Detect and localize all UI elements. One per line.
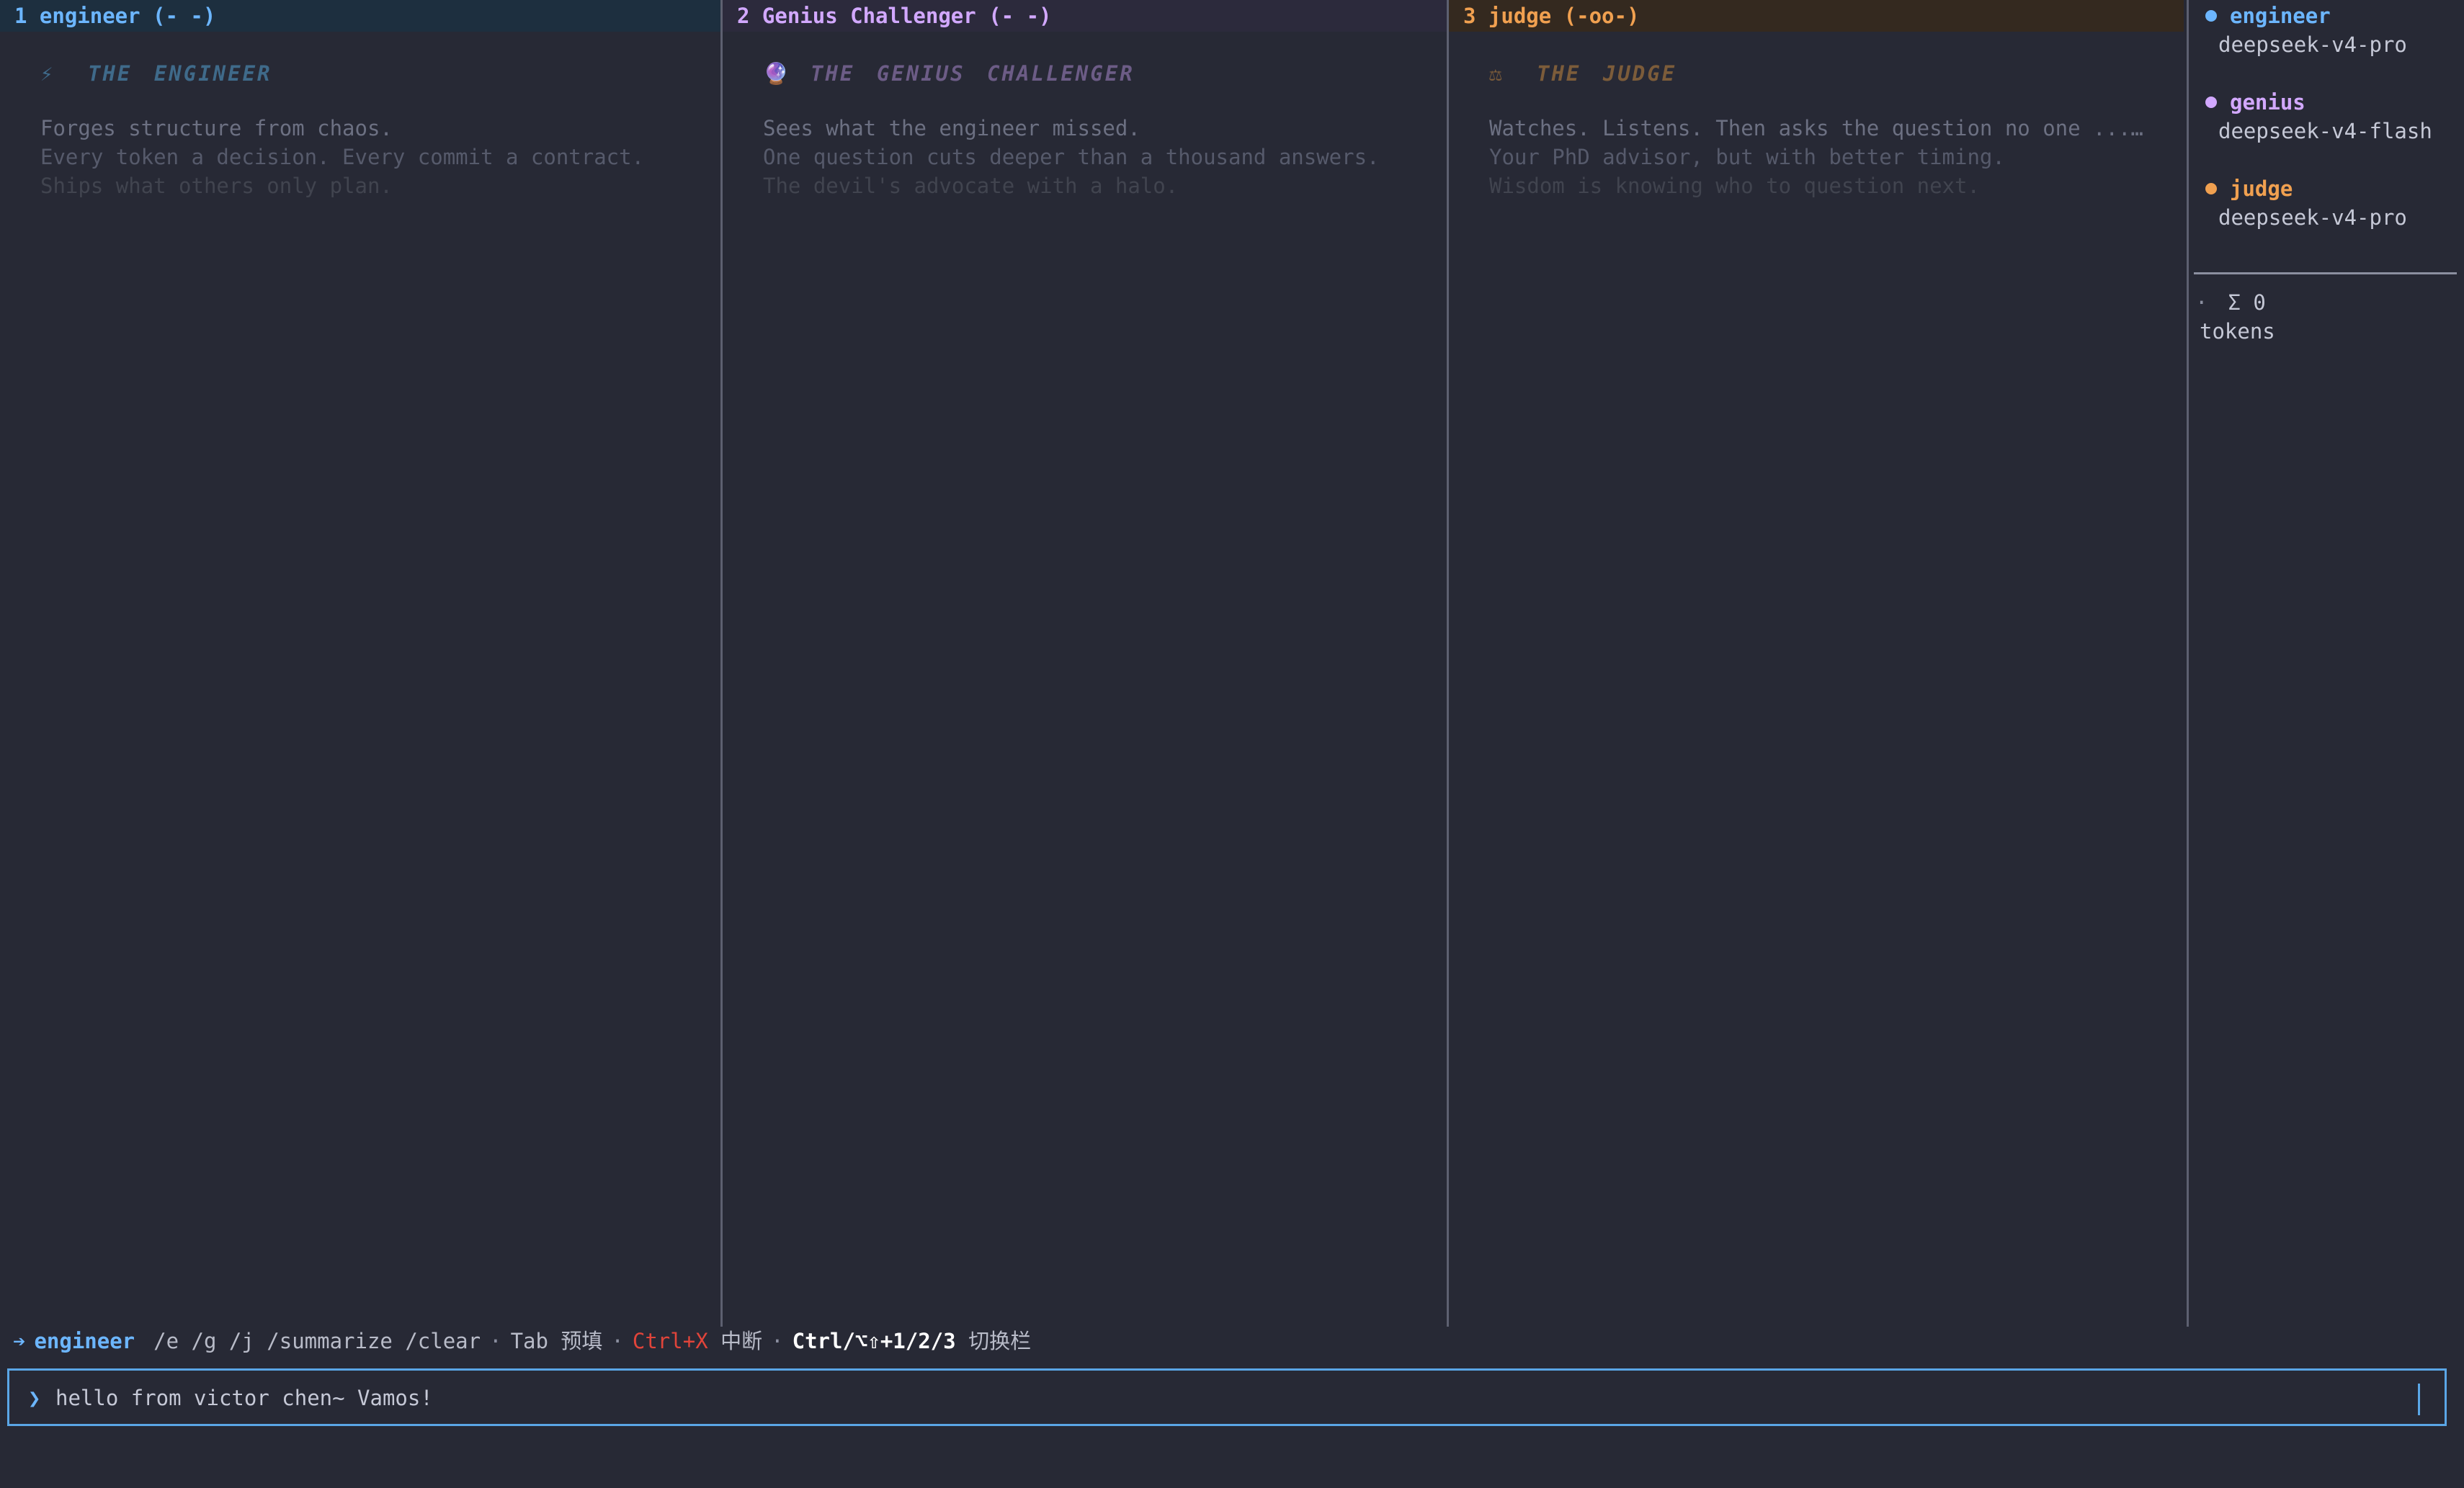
sidebar-divider[interactable] <box>2187 0 2189 1327</box>
motto-line: The devil's advocate with a halo. <box>763 174 1179 198</box>
separator: · <box>771 1329 784 1353</box>
command-list: /e /g /j /summarize /clear <box>153 1329 481 1353</box>
message-input[interactable]: ❯ hello from victor chen~ Vamos! <box>7 1368 2447 1426</box>
motto-line: Sees what the engineer missed. <box>763 116 1141 140</box>
status-dot-icon <box>2205 97 2217 108</box>
crystal-ball-icon: 🔮 <box>763 61 790 86</box>
sidebar-agent-genius[interactable]: genius deepseek-v4-flash <box>2205 88 2432 145</box>
token-counter: · Σ 0 tokens <box>2195 288 2275 346</box>
pane-judge[interactable]: 3 judge (-oo-) ⚖ THE JUDGE Watches. Liste… <box>1449 0 2184 1327</box>
text-cursor <box>2418 1384 2420 1415</box>
interrupt-key: Ctrl+X <box>632 1329 708 1353</box>
motto-judge: Watches. Listens. Then asks the question… <box>1449 114 2184 200</box>
agent-model: deepseek-v4-flash <box>2218 119 2432 143</box>
pane-genius[interactable]: 2 Genius Challenger (- -) 🔮 THE GENIUS CH… <box>723 0 1447 1327</box>
agent-name: judge <box>2230 176 2293 201</box>
separator: · <box>611 1329 624 1353</box>
motto-genius: Sees what the engineer missed. One quest… <box>723 114 1447 200</box>
sidebar-divider-line <box>2194 272 2457 274</box>
prompt-chevron-icon: ❯ <box>28 1386 41 1410</box>
sidebar-agent-judge[interactable]: judge deepseek-v4-pro <box>2205 174 2407 232</box>
terminal-window: 1 engineer (- -) ⚡ THE ENGINEER Forges st… <box>0 0 2464 1488</box>
status-dot-icon <box>2205 10 2217 22</box>
motto-line: Watches. Listens. Then asks the question… <box>1489 116 2143 140</box>
pane-header-engineer[interactable]: 1 engineer (- -) <box>0 0 720 32</box>
active-agent: engineer <box>34 1329 135 1353</box>
pane-engineer[interactable]: 1 engineer (- -) ⚡ THE ENGINEER Forges st… <box>0 0 720 1327</box>
motto-line: Forges structure from chaos. <box>40 116 393 140</box>
banner-judge: ⚖ THE JUDGE <box>1449 58 2184 89</box>
message-input-value[interactable]: hello from victor chen~ Vamos! <box>55 1382 433 1414</box>
motto-line: One question cuts deeper than a thousand… <box>763 145 1380 169</box>
bullet-icon: · <box>2195 290 2208 315</box>
interrupt-label: 中断 <box>720 1329 763 1353</box>
motto-line: Every token a decision. Every commit a c… <box>40 145 645 169</box>
banner-title: THE GENIUS CHALLENGER <box>811 61 1135 86</box>
pane-header-judge[interactable]: 3 judge (-oo-) <box>1449 0 2184 32</box>
banner-genius: 🔮 THE GENIUS CHALLENGER <box>723 58 1447 89</box>
motto-engineer: Forges structure from chaos. Every token… <box>0 114 720 200</box>
banner-engineer: ⚡ THE ENGINEER <box>0 58 720 89</box>
token-total: Σ 0 <box>2228 290 2266 315</box>
scales-icon: ⚖ <box>1489 61 1502 86</box>
lightning-icon: ⚡ <box>40 61 53 86</box>
motto-line: Ships what others only plan. <box>40 174 393 198</box>
motto-line: Your PhD advisor, but with better timing… <box>1489 145 2005 169</box>
status-bar: ➔ engineer/e /g /j /summarize /clear · Tab … <box>13 1325 1031 1357</box>
tab-hint: Tab 预填 <box>510 1329 603 1353</box>
separator: · <box>489 1329 502 1353</box>
token-label: tokens <box>2200 319 2275 344</box>
switch-label: 切换栏 <box>968 1329 1032 1353</box>
agent-name: genius <box>2230 90 2305 115</box>
agent-model: deepseek-v4-pro <box>2218 205 2407 230</box>
arrow-right-icon: ➔ <box>13 1329 26 1353</box>
motto-line: Wisdom is knowing who to question next. <box>1489 174 1980 198</box>
agent-sidebar: engineer deepseek-v4-pro genius deepseek… <box>2187 0 2464 1327</box>
banner-title: THE JUDGE <box>1537 61 1677 86</box>
switch-key: Ctrl/⌥⇧+1/2/3 <box>792 1329 956 1353</box>
pane-header-genius[interactable]: 2 Genius Challenger (- -) <box>723 0 1447 32</box>
status-dot-icon <box>2205 183 2217 194</box>
banner-title: THE ENGINEER <box>88 61 272 86</box>
sidebar-agent-engineer[interactable]: engineer deepseek-v4-pro <box>2205 1 2407 59</box>
agent-model: deepseek-v4-pro <box>2218 32 2407 57</box>
agent-name: engineer <box>2230 4 2331 28</box>
